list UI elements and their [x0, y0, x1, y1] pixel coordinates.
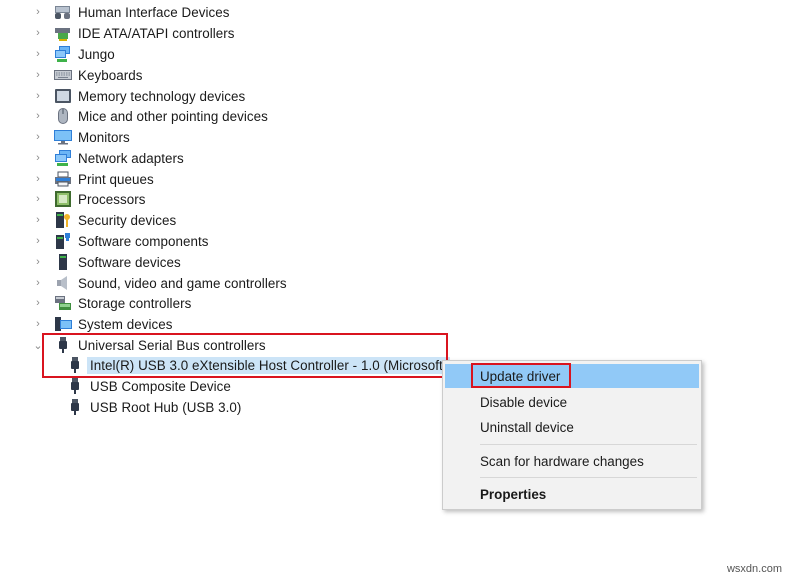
memory-device-icon — [54, 87, 72, 105]
context-menu: Update driver Disable device Uninstall d… — [442, 360, 702, 510]
tree-item-memory-technology-devices[interactable]: › Memory technology devices — [32, 86, 245, 106]
usb-icon — [66, 377, 84, 395]
processor-icon — [54, 190, 72, 208]
menu-item-uninstall-device[interactable]: Uninstall device — [445, 415, 699, 439]
ide-controller-icon — [54, 24, 72, 42]
menu-item-label: Properties — [480, 486, 547, 502]
menu-item-label: Update driver — [480, 368, 561, 384]
tree-item-ide-controllers[interactable]: › IDE ATA/ATAPI controllers — [32, 23, 235, 43]
mouse-icon — [54, 107, 72, 125]
chevron-right-icon[interactable]: › — [32, 6, 44, 18]
menu-item-disable-device[interactable]: Disable device — [445, 390, 699, 414]
usb-icon — [54, 336, 72, 354]
menu-item-label: Scan for hardware changes — [480, 453, 644, 469]
monitor-icon — [54, 128, 72, 146]
tree-item-system-devices[interactable]: › System devices — [32, 314, 172, 334]
tree-item-storage-controllers[interactable]: › Storage controllers — [32, 293, 191, 313]
tree-item-label: Universal Serial Bus controllers — [78, 337, 266, 353]
tree-item-security-devices[interactable]: › Security devices — [32, 210, 176, 230]
tree-item-label: Keyboards — [78, 67, 143, 83]
chevron-down-icon[interactable]: ⌄ — [32, 339, 44, 352]
tree-item-label: IDE ATA/ATAPI controllers — [78, 25, 235, 41]
tree-item-intel-usb-host-controller[interactable]: Intel(R) USB 3.0 eXtensible Host Control… — [66, 355, 451, 375]
usb-icon — [66, 356, 84, 374]
tree-item-label: Intel(R) USB 3.0 eXtensible Host Control… — [87, 356, 451, 374]
software-device-icon — [54, 253, 72, 271]
menu-separator — [480, 444, 697, 445]
keyboard-icon — [54, 66, 72, 84]
tree-item-software-components[interactable]: › Software components — [32, 231, 208, 251]
chevron-right-icon[interactable]: › — [32, 235, 44, 247]
security-device-icon — [54, 211, 72, 229]
tree-item-usb-composite-device[interactable]: USB Composite Device — [66, 376, 231, 396]
chevron-right-icon[interactable]: › — [32, 110, 44, 122]
tree-item-usb-root-hub[interactable]: USB Root Hub (USB 3.0) — [66, 397, 241, 417]
chevron-right-icon[interactable]: › — [32, 277, 44, 289]
printer-icon — [54, 170, 72, 188]
tree-item-software-devices[interactable]: › Software devices — [32, 252, 181, 272]
chevron-right-icon[interactable]: › — [32, 27, 44, 39]
chevron-right-icon[interactable]: › — [32, 131, 44, 143]
tree-item-label: Network adapters — [78, 150, 184, 166]
tree-item-jungo[interactable]: › Jungo — [32, 44, 115, 64]
tree-item-monitors[interactable]: › Monitors — [32, 127, 130, 147]
tree-item-label: Processors — [78, 191, 146, 207]
network-adapter-icon — [54, 149, 72, 167]
network-icon — [54, 45, 72, 63]
tree-item-label: Monitors — [78, 129, 130, 145]
tree-item-label: Print queues — [78, 171, 154, 187]
tree-item-label: Software devices — [78, 254, 181, 270]
usb-icon — [66, 398, 84, 416]
tree-item-label: Jungo — [78, 46, 115, 62]
tree-item-label: Memory technology devices — [78, 88, 246, 104]
tree-item-label: Human Interface Devices — [78, 4, 230, 20]
chevron-right-icon[interactable]: › — [32, 318, 44, 330]
tree-item-label: USB Composite Device — [90, 378, 231, 394]
tree-item-label: Sound, video and game controllers — [78, 275, 287, 291]
hid-icon — [54, 3, 72, 21]
tree-item-mice[interactable]: › Mice and other pointing devices — [32, 106, 268, 126]
speaker-icon — [54, 274, 72, 292]
chevron-right-icon[interactable]: › — [32, 256, 44, 268]
tree-item-label: Security devices — [78, 212, 177, 228]
menu-separator — [480, 477, 697, 478]
chevron-right-icon[interactable]: › — [32, 173, 44, 185]
menu-item-properties[interactable]: Properties — [445, 482, 699, 506]
chevron-right-icon[interactable]: › — [32, 214, 44, 226]
tree-item-usb-controllers[interactable]: ⌄ Universal Serial Bus controllers — [32, 335, 266, 355]
tree-item-sound-video-game[interactable]: › Sound, video and game controllers — [32, 273, 287, 293]
chevron-right-icon[interactable]: › — [32, 48, 44, 60]
menu-item-label: Disable device — [480, 394, 568, 410]
chevron-right-icon[interactable]: › — [32, 193, 44, 205]
watermark: wsxdn.com — [726, 563, 782, 575]
storage-controller-icon — [54, 294, 72, 312]
tree-item-print-queues[interactable]: › Print queues — [32, 169, 154, 189]
tree-item-label: System devices — [78, 316, 173, 332]
menu-item-label: Uninstall device — [480, 419, 574, 435]
tree-item-keyboards[interactable]: › Keyboards — [32, 65, 142, 85]
chevron-right-icon[interactable]: › — [32, 152, 44, 164]
tree-item-human-interface-devices[interactable]: › Human Interface Devices — [32, 2, 230, 22]
system-device-icon — [54, 315, 72, 333]
tree-item-network-adapters[interactable]: › Network adapters — [32, 148, 184, 168]
chevron-right-icon[interactable]: › — [32, 90, 44, 102]
chevron-right-icon[interactable]: › — [32, 297, 44, 309]
menu-item-scan-hardware-changes[interactable]: Scan for hardware changes — [445, 449, 699, 473]
tree-item-processors[interactable]: › Processors — [32, 189, 145, 209]
tree-item-label: Mice and other pointing devices — [78, 108, 268, 124]
software-component-icon — [54, 232, 72, 250]
chevron-right-icon[interactable]: › — [32, 69, 44, 81]
tree-item-label: Storage controllers — [78, 295, 192, 311]
menu-item-update-driver[interactable]: Update driver — [445, 364, 699, 388]
tree-item-label: USB Root Hub (USB 3.0) — [90, 399, 242, 415]
tree-item-label: Software components — [78, 233, 209, 249]
